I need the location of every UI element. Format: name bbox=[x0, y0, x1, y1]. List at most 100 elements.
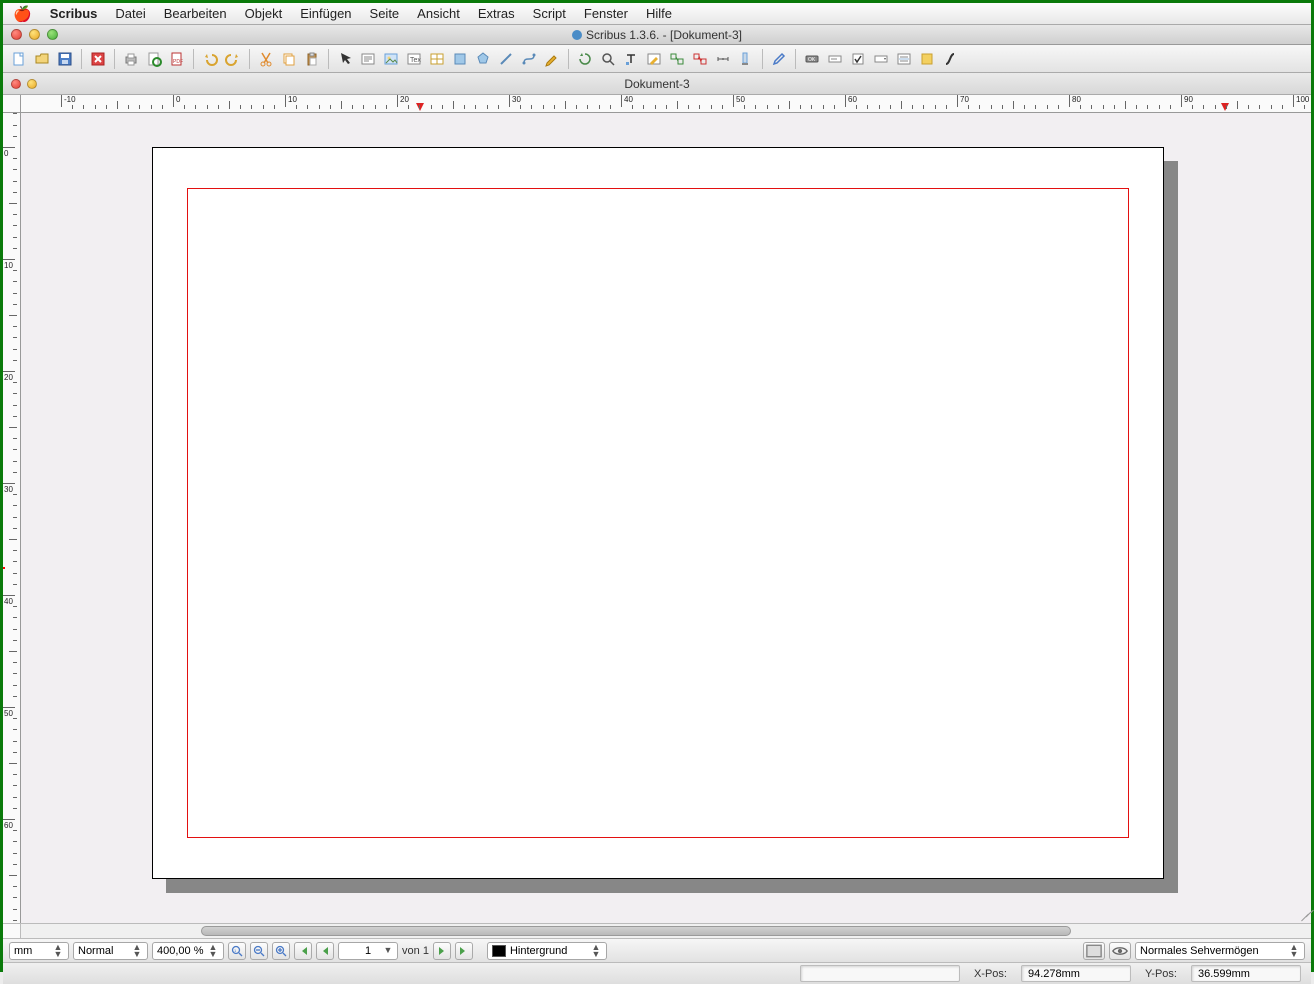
measure-tool-icon[interactable] bbox=[713, 49, 733, 69]
document-page[interactable] bbox=[152, 147, 1164, 879]
current-page-input[interactable]: 1 ▼ bbox=[338, 942, 398, 960]
pdf-text-field-icon[interactable] bbox=[825, 49, 845, 69]
window-title: Scribus 1.3.6. - [Dokument-3] bbox=[3, 28, 1311, 42]
new-document-icon[interactable] bbox=[9, 49, 29, 69]
resize-grip-icon[interactable] bbox=[1295, 907, 1309, 921]
text-frame-tool-icon[interactable] bbox=[358, 49, 378, 69]
save-document-icon[interactable] bbox=[55, 49, 75, 69]
next-page-button[interactable] bbox=[433, 942, 451, 960]
preview-quality-value: Normal bbox=[78, 945, 113, 957]
color-management-toggle[interactable] bbox=[1083, 942, 1105, 960]
menu-script[interactable]: Script bbox=[533, 6, 566, 21]
pdf-listbox-field-icon[interactable] bbox=[894, 49, 914, 69]
undo-icon[interactable] bbox=[200, 49, 220, 69]
redo-icon[interactable] bbox=[223, 49, 243, 69]
preview-mode-toggle[interactable] bbox=[1109, 942, 1131, 960]
canvas[interactable] bbox=[21, 113, 1311, 923]
eyedropper-tool-icon[interactable] bbox=[769, 49, 789, 69]
unlink-frames-icon[interactable] bbox=[690, 49, 710, 69]
unit-select[interactable]: mm ▲▼ bbox=[9, 942, 69, 960]
preflight-icon[interactable] bbox=[144, 49, 164, 69]
ruler-guide-icon bbox=[3, 567, 5, 569]
vision-defect-select[interactable]: Normales Sehvermögen ▲▼ bbox=[1135, 942, 1305, 960]
horizontal-scrollbar[interactable] bbox=[21, 923, 1311, 938]
freehand-tool-icon[interactable] bbox=[542, 49, 562, 69]
ypos-label: Y-Pos: bbox=[1145, 968, 1177, 980]
pdf-annotation-text-icon[interactable] bbox=[917, 49, 937, 69]
menu-hilfe[interactable]: Hilfe bbox=[646, 6, 672, 21]
line-tool-icon[interactable] bbox=[496, 49, 516, 69]
vertical-ruler[interactable]: 0102030405060 bbox=[3, 113, 21, 923]
view-status-bar: mm ▲▼ Normal ▲▼ 400,00 % ▲▼ 1 1 ▼ von 1 … bbox=[3, 938, 1311, 962]
menu-fenster[interactable]: Fenster bbox=[584, 6, 628, 21]
open-document-icon[interactable] bbox=[32, 49, 52, 69]
cut-icon[interactable] bbox=[256, 49, 276, 69]
window-title-text: Scribus 1.3.6. - [Dokument-3] bbox=[586, 28, 742, 42]
apple-menu-icon[interactable]: 🍎 bbox=[13, 5, 32, 23]
xpos-value: 94.278mm bbox=[1028, 968, 1080, 980]
pdf-button-field-icon[interactable]: OK bbox=[802, 49, 822, 69]
table-tool-icon[interactable] bbox=[427, 49, 447, 69]
status-message-area bbox=[800, 965, 960, 982]
zoom-out-button[interactable] bbox=[250, 942, 268, 960]
ypos-value: 36.599mm bbox=[1198, 968, 1250, 980]
menu-objekt[interactable]: Objekt bbox=[245, 6, 283, 21]
menu-einfuegen[interactable]: Einfügen bbox=[300, 6, 351, 21]
menu-extras[interactable]: Extras bbox=[478, 6, 515, 21]
last-page-button[interactable] bbox=[455, 942, 473, 960]
scribus-globe-icon bbox=[572, 30, 582, 40]
document-tab[interactable]: Dokument-3 bbox=[3, 77, 1311, 91]
pdf-checkbox-field-icon[interactable] bbox=[848, 49, 868, 69]
ruler-origin-corner[interactable] bbox=[3, 95, 21, 113]
bezier-tool-icon[interactable] bbox=[519, 49, 539, 69]
svg-text:Tex: Tex bbox=[410, 57, 421, 64]
page-total-label: von 1 bbox=[402, 945, 429, 957]
shape-tool-icon[interactable] bbox=[450, 49, 470, 69]
position-status-bar: X-Pos: 94.278mm Y-Pos: 36.599mm bbox=[3, 962, 1311, 984]
main-toolbar: PDF Tex OK bbox=[3, 45, 1311, 73]
vision-defect-value: Normales Sehvermögen bbox=[1140, 945, 1259, 957]
select-tool-icon[interactable] bbox=[335, 49, 355, 69]
pdf-annotation-link-icon[interactable] bbox=[940, 49, 960, 69]
edit-contents-tool-icon[interactable] bbox=[621, 49, 641, 69]
layer-select-value: Hintergrund bbox=[510, 945, 567, 957]
horizontal-ruler[interactable]: -100102030405060708090100 bbox=[21, 95, 1311, 113]
svg-text:PDF: PDF bbox=[173, 59, 183, 65]
zoom-level-input[interactable]: 400,00 % ▲▼ bbox=[152, 942, 224, 960]
rotate-tool-icon[interactable] bbox=[575, 49, 595, 69]
copy-icon[interactable] bbox=[279, 49, 299, 69]
pdf-combobox-field-icon[interactable] bbox=[871, 49, 891, 69]
current-page-value: 1 bbox=[365, 945, 371, 957]
document-tab-bar: Dokument-3 bbox=[3, 73, 1311, 95]
close-document-icon[interactable] bbox=[88, 49, 108, 69]
polygon-tool-icon[interactable] bbox=[473, 49, 493, 69]
first-page-button[interactable] bbox=[294, 942, 312, 960]
link-frames-icon[interactable] bbox=[667, 49, 687, 69]
prev-page-button[interactable] bbox=[316, 942, 334, 960]
print-icon[interactable] bbox=[121, 49, 141, 69]
layer-select[interactable]: Hintergrund ▲▼ bbox=[487, 942, 607, 960]
zoom-in-button[interactable] bbox=[272, 942, 290, 960]
document-tab-label: Dokument-3 bbox=[624, 77, 689, 91]
workspace: 0102030405060 bbox=[3, 113, 1311, 923]
image-frame-tool-icon[interactable] bbox=[381, 49, 401, 69]
unit-select-value: mm bbox=[14, 945, 32, 957]
preview-quality-select[interactable]: Normal ▲▼ bbox=[73, 942, 148, 960]
render-frame-tool-icon[interactable]: Tex bbox=[404, 49, 424, 69]
copy-properties-icon[interactable] bbox=[736, 49, 756, 69]
paste-icon[interactable] bbox=[302, 49, 322, 69]
export-pdf-icon[interactable]: PDF bbox=[167, 49, 187, 69]
scrollbar-thumb[interactable] bbox=[201, 926, 1071, 936]
menu-ansicht[interactable]: Ansicht bbox=[417, 6, 460, 21]
zoom-to-100-button[interactable]: 1 bbox=[228, 942, 246, 960]
menu-bearbeiten[interactable]: Bearbeiten bbox=[164, 6, 227, 21]
layer-color-swatch bbox=[492, 945, 506, 957]
menu-datei[interactable]: Datei bbox=[115, 6, 145, 21]
svg-text:OK: OK bbox=[808, 57, 816, 63]
menubar-appname[interactable]: Scribus bbox=[50, 6, 98, 21]
zoom-tool-icon[interactable] bbox=[598, 49, 618, 69]
story-editor-icon[interactable] bbox=[644, 49, 664, 69]
xpos-label: X-Pos: bbox=[974, 968, 1007, 980]
menu-seite[interactable]: Seite bbox=[370, 6, 400, 21]
xpos-readout: 94.278mm bbox=[1021, 965, 1131, 982]
